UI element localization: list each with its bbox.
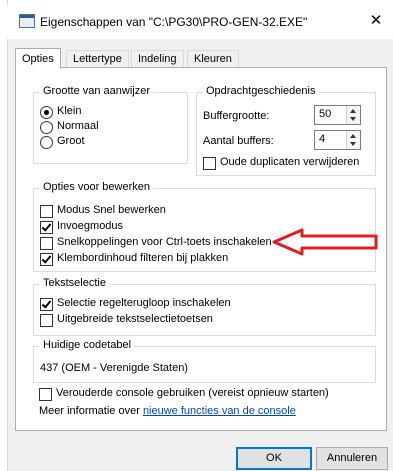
quick-edit-label: Modus Snel bewerken xyxy=(57,204,166,216)
window-title: Eigenschappen van "C:\PG30\PRO-GEN-32.EX… xyxy=(40,15,308,29)
spin-down-icon[interactable] xyxy=(350,142,356,146)
line-wrap-selection-checkbox[interactable] xyxy=(40,298,53,311)
radio-normaal-label: Normaal xyxy=(57,120,99,132)
buffer-count-stepper[interactable]: 4 xyxy=(314,130,361,150)
left-edge xyxy=(0,0,8,471)
cursor-size-group: Grootte van aanwijzer Klein Normaal Groo… xyxy=(33,85,188,164)
command-history-legend: Opdrachtgeschiedenis xyxy=(203,85,319,97)
buffer-count-spin-buttons[interactable] xyxy=(346,131,360,149)
ok-button[interactable]: OK xyxy=(236,447,312,470)
radio-klein-label: Klein xyxy=(57,105,82,117)
discard-duplicates-label: Oude duplicaten verwijderen xyxy=(220,156,360,168)
close-icon[interactable]: ✕ xyxy=(365,11,387,29)
annotation-arrow-icon xyxy=(272,228,378,256)
tab-indeling[interactable]: Indeling xyxy=(131,50,184,68)
cursor-size-legend: Grootte van aanwijzer xyxy=(40,85,153,97)
tab-lettertype[interactable]: Lettertype xyxy=(66,50,129,68)
console-app-icon xyxy=(19,14,35,28)
tab-kleuren[interactable]: Kleuren xyxy=(187,50,239,68)
buffer-count-label: Aantal buffers: xyxy=(203,135,274,147)
buffer-size-stepper[interactable]: 50 xyxy=(314,105,361,125)
text-selection-legend: Tekstselectie xyxy=(40,277,109,289)
title-bar[interactable]: Eigenschappen van "C:\PG30\PRO-GEN-32.EX… xyxy=(7,5,393,39)
filter-clipboard-label: Klembordinhoud filteren bij plakken xyxy=(57,252,229,264)
command-history-group: Opdrachtgeschiedenis Buffergrootte: 50 A… xyxy=(196,85,376,176)
more-info-line: Meer informatie over nieuwe functies van… xyxy=(39,405,296,417)
insert-mode-label: Invoegmodus xyxy=(57,220,124,232)
spin-down-icon[interactable] xyxy=(350,117,356,121)
codepage-legend: Huidige codetabel xyxy=(40,339,135,351)
buffer-size-value: 50 xyxy=(319,108,332,120)
insert-mode-checkbox[interactable] xyxy=(40,221,53,234)
discard-duplicates-checkbox[interactable] xyxy=(203,157,216,170)
extended-selection-keys-label: Uitgebreide tekstselectietoetsen xyxy=(57,313,213,325)
radio-klein[interactable] xyxy=(40,106,53,119)
more-info-prefix: Meer informatie over xyxy=(39,405,143,417)
ctrl-shortcuts-checkbox[interactable] xyxy=(40,237,53,250)
radio-groot-label: Groot xyxy=(57,135,85,147)
legacy-console-label: Verouderde console gebruiken (vereist op… xyxy=(56,387,329,399)
cancel-button[interactable]: Annuleren xyxy=(316,447,388,470)
buffer-size-label: Buffergrootte: xyxy=(203,110,270,122)
spin-up-icon[interactable] xyxy=(350,109,356,113)
quick-edit-checkbox[interactable] xyxy=(40,205,53,218)
codepage-group: Huidige codetabel 437 (OEM - Verenigde S… xyxy=(33,339,376,383)
properties-dialog: Eigenschappen van "C:\PG30\PRO-GEN-32.EX… xyxy=(0,0,393,471)
buffer-count-value: 4 xyxy=(319,133,326,145)
ctrl-shortcuts-label: Snelkoppelingen voor Ctrl-toets inschake… xyxy=(57,236,272,248)
text-selection-group: Tekstselectie Selectie regelterugloop in… xyxy=(33,277,376,336)
line-wrap-selection-label: Selectie regelterugloop inschakelen xyxy=(57,297,231,309)
codepage-value: 437 (OEM - Verenigde Staten) xyxy=(40,362,188,374)
buffer-size-spin-buttons[interactable] xyxy=(346,106,360,124)
radio-normaal[interactable] xyxy=(40,121,53,134)
spin-up-icon[interactable] xyxy=(350,134,356,138)
tab-opties[interactable]: Opties xyxy=(15,48,61,69)
new-console-features-link[interactable]: nieuwe functies van de console xyxy=(143,405,296,417)
legacy-console-checkbox[interactable] xyxy=(39,388,52,401)
edit-options-legend: Opties voor bewerken xyxy=(40,181,153,193)
radio-groot[interactable] xyxy=(40,136,53,149)
extended-selection-keys-checkbox[interactable] xyxy=(40,314,53,327)
filter-clipboard-checkbox[interactable] xyxy=(40,253,53,266)
